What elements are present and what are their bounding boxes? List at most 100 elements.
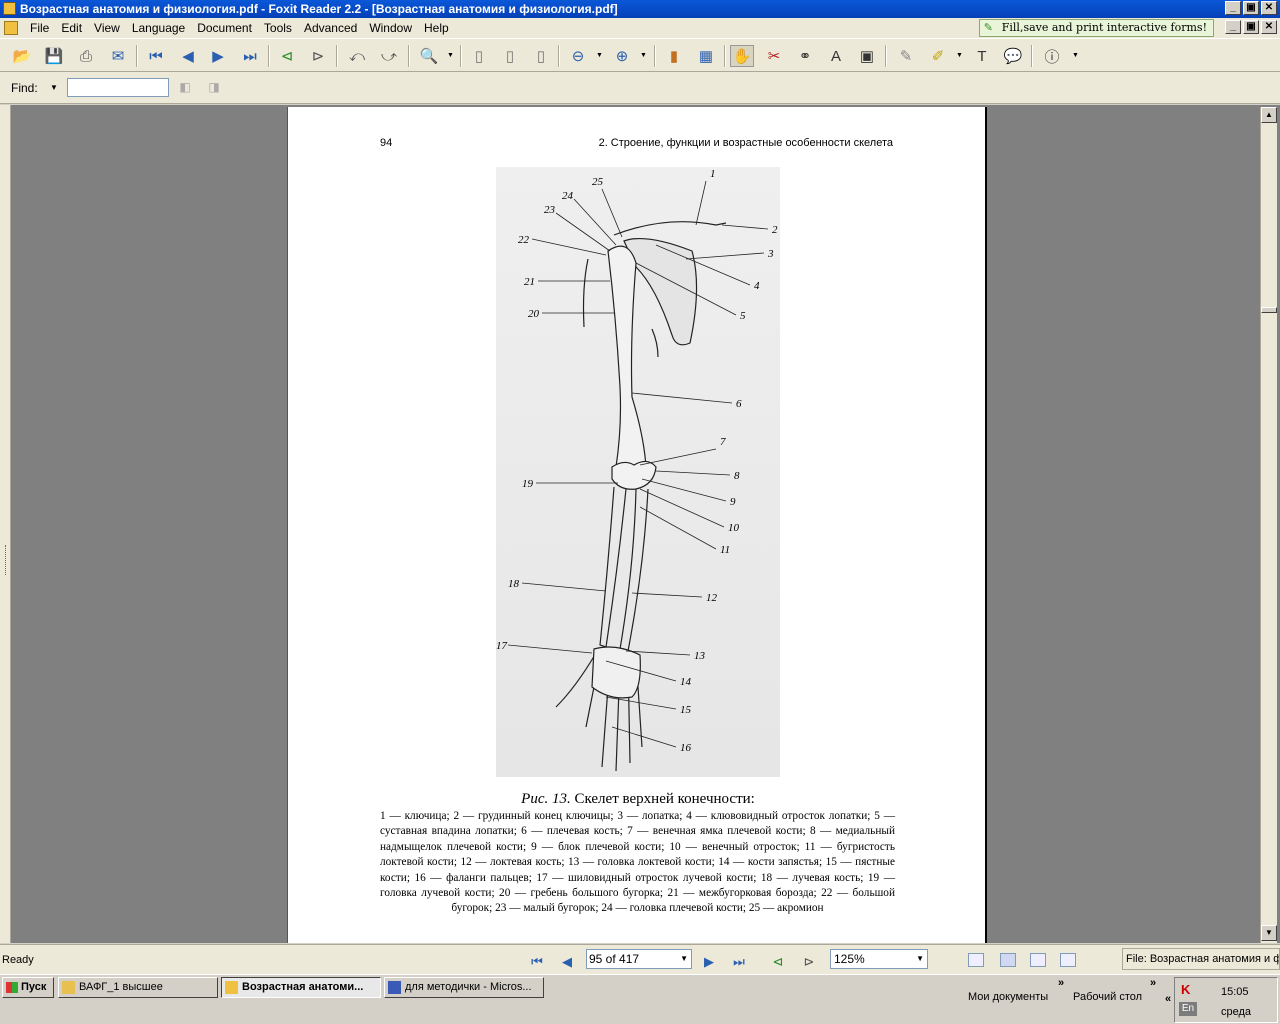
page-dropdown-icon[interactable]: ▼ xyxy=(680,950,688,968)
typewriter-icon[interactable]: T xyxy=(970,45,994,67)
continuous-facing-icon[interactable] xyxy=(1060,953,1076,967)
status-ready: Ready xyxy=(2,954,34,966)
find-binoculars-icon[interactable]: ⚭ xyxy=(793,45,817,67)
menu-advanced[interactable]: Advanced xyxy=(298,21,363,35)
vertical-scrollbar[interactable]: ▲ ▼ xyxy=(1260,107,1277,943)
facing-pages-icon[interactable] xyxy=(1030,953,1046,967)
task-folder[interactable]: ВАФГ_1 высшее xyxy=(58,977,218,998)
menu-window[interactable]: Window xyxy=(363,21,418,35)
snapshot-icon[interactable]: ▣ xyxy=(855,45,879,67)
status-previous-page-icon[interactable]: ◀ xyxy=(558,954,576,970)
find-next-icon[interactable]: ◨ xyxy=(205,80,223,96)
text-tool-icon[interactable]: A xyxy=(824,45,848,67)
scroll-up-icon[interactable]: ▲ xyxy=(1261,107,1277,123)
quick-my-documents[interactable]: Мои документы xyxy=(968,991,1048,1003)
single-page-icon[interactable] xyxy=(968,953,984,967)
figure-label-15: 15 xyxy=(680,704,692,716)
zoom-field[interactable]: 125% ▼ xyxy=(830,949,928,969)
figure-label-20: 20 xyxy=(528,308,540,320)
menu-view[interactable]: View xyxy=(88,21,126,35)
zoom-dropdown-icon[interactable]: ▼ xyxy=(447,52,454,59)
hand-tool-icon[interactable]: ✋ xyxy=(730,45,754,67)
status-next-page-icon[interactable]: ▶ xyxy=(700,954,718,970)
figure-label-17: 17 xyxy=(496,640,508,652)
open-icon[interactable]: 📂 xyxy=(10,45,34,67)
menu-help[interactable]: Help xyxy=(418,21,455,35)
fill-forms-banner[interactable]: ✎ Fill,save and print interactive forms! xyxy=(978,19,1214,37)
menu-document[interactable]: Document xyxy=(191,21,258,35)
zoom-out-icon[interactable]: ⊖ xyxy=(566,45,590,67)
fit-page-icon[interactable]: ▯ xyxy=(498,45,522,67)
email-icon[interactable]: ✉ xyxy=(106,45,130,67)
menu-language[interactable]: Language xyxy=(126,21,191,35)
task-word[interactable]: для методички - Micros... xyxy=(384,977,544,998)
bookmark-icon[interactable]: ▮ xyxy=(662,45,686,67)
status-back-icon[interactable]: ⊲ xyxy=(769,954,787,970)
minimize-button[interactable]: _ xyxy=(1225,1,1241,15)
next-page-icon[interactable]: ▶ xyxy=(206,45,230,67)
save-icon[interactable]: 💾 xyxy=(42,45,66,67)
last-page-icon[interactable]: ⏭ xyxy=(238,45,262,67)
highlighter-icon[interactable]: ✐ xyxy=(926,45,950,67)
quick-desktop-expand-icon[interactable]: » xyxy=(1150,977,1156,989)
find-options-dropdown-icon[interactable]: ▼ xyxy=(50,83,58,92)
close-button[interactable]: ✕ xyxy=(1261,1,1277,15)
start-button[interactable]: Пуск xyxy=(2,977,54,998)
tray-expand-icon[interactable]: « xyxy=(1165,993,1171,1005)
figure-label-6: 6 xyxy=(736,398,742,410)
figure-label-3: 3 xyxy=(767,248,774,260)
window-title-bar[interactable]: Возрастная анатомия и физиология.pdf - F… xyxy=(0,0,1280,18)
status-forward-icon[interactable]: ⊳ xyxy=(800,954,818,970)
print-icon[interactable]: ⎙ xyxy=(74,45,98,67)
find-previous-icon[interactable]: ◧ xyxy=(176,80,194,96)
antivirus-icon[interactable]: K xyxy=(1181,982,1190,997)
zoom-level-dropdown-icon[interactable]: ▼ xyxy=(916,950,924,968)
zoom-out-dropdown-icon[interactable]: ▼ xyxy=(596,52,603,59)
quick-docs-expand-icon[interactable]: » xyxy=(1058,977,1064,989)
figure-label-7: 7 xyxy=(720,436,726,448)
zoom-in-dropdown-icon[interactable]: ▼ xyxy=(640,52,647,59)
find-input[interactable] xyxy=(67,78,169,97)
figure-label-4: 4 xyxy=(754,280,760,292)
running-head: 2. Строение, функции и возрастные особен… xyxy=(598,137,893,149)
doc-close-button[interactable]: ✕ xyxy=(1261,20,1277,34)
zoom-in-icon[interactable]: ⊕ xyxy=(610,45,634,67)
task-foxit[interactable]: Возрастная анатоми... xyxy=(221,977,381,998)
previous-page-icon[interactable]: ◀ xyxy=(176,45,200,67)
go-back-icon[interactable]: ⊲ xyxy=(275,45,299,67)
figure-label-19: 19 xyxy=(522,478,534,490)
comment-icon[interactable]: 💬 xyxy=(1001,45,1025,67)
foxit-task-icon xyxy=(225,981,238,994)
scroll-down-icon[interactable]: ▼ xyxy=(1261,925,1277,941)
pdf-page[interactable]: 94 2. Строение, функции и возрастные осо… xyxy=(287,107,987,943)
continuous-page-icon[interactable] xyxy=(1000,953,1016,967)
document-icon[interactable] xyxy=(4,21,18,35)
actual-size-icon[interactable]: ▯ xyxy=(467,45,491,67)
language-indicator[interactable]: En xyxy=(1179,1002,1197,1016)
doc-minimize-button[interactable]: _ xyxy=(1225,20,1241,34)
go-forward-icon[interactable]: ⊳ xyxy=(306,45,330,67)
thumbnails-icon[interactable]: ▦ xyxy=(694,45,718,67)
fit-width-icon[interactable]: ▯ xyxy=(529,45,553,67)
rotate-right-icon[interactable]: ⤻ xyxy=(377,45,401,67)
info-icon[interactable]: ⓘ xyxy=(1040,45,1064,67)
info-dropdown-icon[interactable]: ▼ xyxy=(1072,52,1079,59)
navigation-panel-splitter[interactable] xyxy=(0,105,11,943)
scroll-thumb[interactable] xyxy=(1261,307,1277,313)
highlighter-dropdown-icon[interactable]: ▼ xyxy=(956,52,963,59)
select-text-icon[interactable]: ✂ xyxy=(762,45,786,67)
note-pencil-icon[interactable]: ✎ xyxy=(894,45,918,67)
first-page-icon[interactable]: ⏮ xyxy=(144,45,168,67)
menu-edit[interactable]: Edit xyxy=(55,21,88,35)
quick-desktop[interactable]: Рабочий стол xyxy=(1073,991,1142,1003)
maximize-button[interactable]: ▣ xyxy=(1243,1,1259,15)
menu-tools[interactable]: Tools xyxy=(258,21,298,35)
zoom-icon[interactable]: 🔍 xyxy=(417,45,441,67)
rotate-left-icon[interactable]: ⤺ xyxy=(345,45,369,67)
menu-file[interactable]: File xyxy=(24,21,55,35)
status-last-page-icon[interactable]: ⏭ xyxy=(730,954,748,970)
status-first-page-icon[interactable]: ⏮ xyxy=(528,954,546,970)
figure-label-24: 24 xyxy=(562,190,574,202)
doc-restore-button[interactable]: ▣ xyxy=(1243,20,1259,34)
page-number-field[interactable]: 95 of 417 ▼ xyxy=(586,949,692,969)
